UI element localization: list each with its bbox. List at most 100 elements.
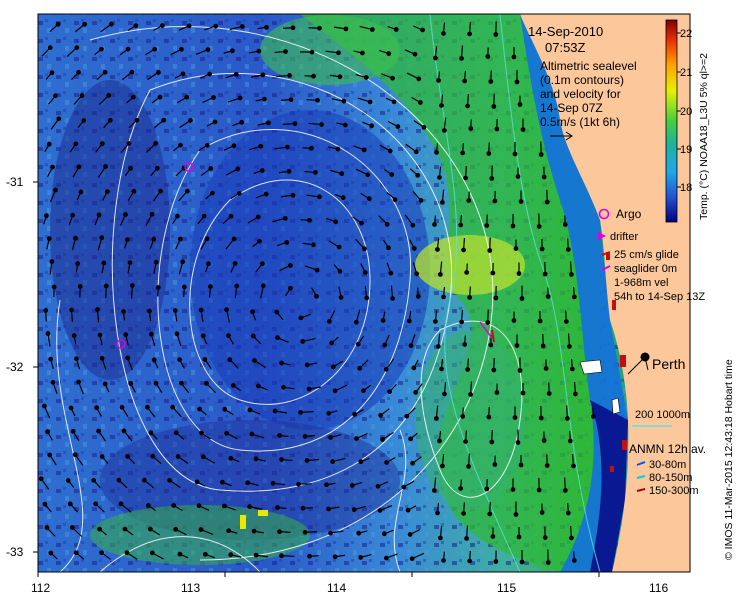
velocity-arrow-head <box>415 172 421 178</box>
velocity-arrow-head <box>121 428 127 434</box>
velocity-arrow-head <box>71 333 77 338</box>
info-time: 07:53Z <box>545 40 586 55</box>
velocity-arrow-head <box>487 511 493 517</box>
velocity-arrow-head <box>226 528 232 534</box>
velocity-arrow-head <box>224 307 229 313</box>
velocity-arrow-head <box>353 319 359 325</box>
velocity-arrow-head <box>512 415 518 420</box>
velocity-arrow-head <box>307 217 312 223</box>
velocity-arrow-head <box>197 406 202 412</box>
velocity-arrow-head <box>211 95 216 100</box>
velocity-arrow-head <box>515 174 521 179</box>
velocity-arrow-head <box>290 192 296 198</box>
velocity-arrow-head <box>249 431 255 437</box>
velocity-arrow-head <box>375 483 381 489</box>
velocity-arrow-head <box>228 213 234 219</box>
velocity-arrow-head <box>76 70 81 75</box>
velocity-arrow-head <box>198 307 204 313</box>
velocity-arrow-head <box>493 32 499 37</box>
velocity-arrow-head <box>48 550 54 556</box>
velocity-arrow-head <box>359 220 364 226</box>
velocity-arrow-head <box>340 195 346 200</box>
velocity-arrow-head <box>413 390 419 395</box>
velocity-arrow-head <box>304 458 310 463</box>
velocity-arrow-head <box>172 308 178 313</box>
velocity-arrow-head <box>204 236 210 242</box>
velocity-arrow-head <box>369 27 375 32</box>
velocity-arrow-head <box>262 96 267 102</box>
velocity-arrow-head <box>70 212 76 218</box>
velocity-arrow-head <box>491 367 497 373</box>
info-line-5: 0.5m/s (1kt 6h) <box>540 115 620 129</box>
velocity-arrow-head <box>279 457 284 462</box>
velocity-arrow-head <box>464 536 469 541</box>
velocity-arrow-head <box>175 454 181 459</box>
velocity-arrow-head <box>257 238 262 244</box>
velocity-arrow-head <box>288 263 293 268</box>
velocity-arrow-head <box>157 94 163 100</box>
velocity-arrow-head <box>540 343 546 349</box>
velocity-arrow-head <box>358 459 364 465</box>
velocity-arrow-head <box>463 439 469 444</box>
velocity-arrow-head <box>465 367 471 372</box>
velocity-arrow-head <box>260 283 266 289</box>
velocity-arrow-head <box>199 430 204 436</box>
velocity-arrow-head <box>151 357 157 363</box>
velocity-arrow-head <box>542 535 548 540</box>
velocity-arrow-head <box>384 221 390 227</box>
velocity-arrow-head <box>492 462 498 467</box>
velocity-arrow-head <box>541 174 547 180</box>
velocity-arrow-head <box>332 554 338 560</box>
velocity-arrow-head <box>239 24 245 29</box>
velocity-arrow-head <box>569 272 574 277</box>
velocity-arrow-head <box>465 103 471 109</box>
velocity-arrow-head <box>264 24 269 30</box>
velocity-arrow-head <box>180 71 186 77</box>
velocity-arrow-head <box>405 507 411 513</box>
velocity-arrow-head <box>74 356 79 362</box>
velocity-arrow-head <box>513 512 519 517</box>
velocity-arrow-head <box>493 559 499 564</box>
velocity-arrow-head <box>53 187 58 193</box>
velocity-arrow-head <box>141 477 147 483</box>
velocity-arrow-head <box>232 261 238 266</box>
lat-tick-32: -32 <box>6 360 24 374</box>
velocity-arrow-head <box>302 529 308 535</box>
velocity-arrow-head <box>222 406 228 412</box>
velocity-arrow-head <box>539 510 545 515</box>
velocity-arrow-head <box>387 148 393 154</box>
velocity-arrow-head <box>96 428 102 434</box>
velocity-arrow-head <box>460 414 466 419</box>
velocity-arrow-head <box>386 245 391 251</box>
velocity-arrow-head <box>416 76 422 82</box>
velocity-arrow-head <box>441 128 447 133</box>
velocity-arrow-head <box>38 476 44 482</box>
velocity-arrow-head <box>300 505 306 511</box>
velocity-arrow-head <box>307 553 312 559</box>
velocity-arrow-head <box>361 388 366 394</box>
velocity-arrow-head <box>361 147 367 153</box>
velocity-arrow-head <box>516 271 522 276</box>
velocity-arrow-head <box>383 555 389 561</box>
velocity-arrow-head <box>277 433 282 438</box>
velocity-arrow-head <box>434 150 439 155</box>
velocity-arrow-head <box>296 481 301 487</box>
velocity-arrow-head <box>234 283 240 289</box>
velocity-arrow-head <box>255 214 261 220</box>
velocity-arrow-head <box>390 296 395 301</box>
velocity-arrow-head <box>252 358 257 363</box>
info-line-2: (0.1m contours) <box>540 73 624 87</box>
velocity-arrow-head <box>207 71 213 77</box>
velocity-arrow-head <box>287 73 292 78</box>
velocity-arrow-head <box>204 380 209 386</box>
legend-isobaths: 200 1000m <box>635 409 690 421</box>
velocity-arrow-head <box>338 294 344 300</box>
velocity-arrow-head <box>118 501 124 507</box>
velocity-arrow-head <box>47 45 53 51</box>
velocity-arrow-head <box>566 344 572 349</box>
velocity-arrow-head <box>233 71 239 77</box>
info-date: 14-Sep-2010 <box>528 24 603 39</box>
velocity-arrow-head <box>488 342 494 348</box>
velocity-arrow-head <box>134 117 140 123</box>
velocity-arrow-head <box>256 48 262 54</box>
